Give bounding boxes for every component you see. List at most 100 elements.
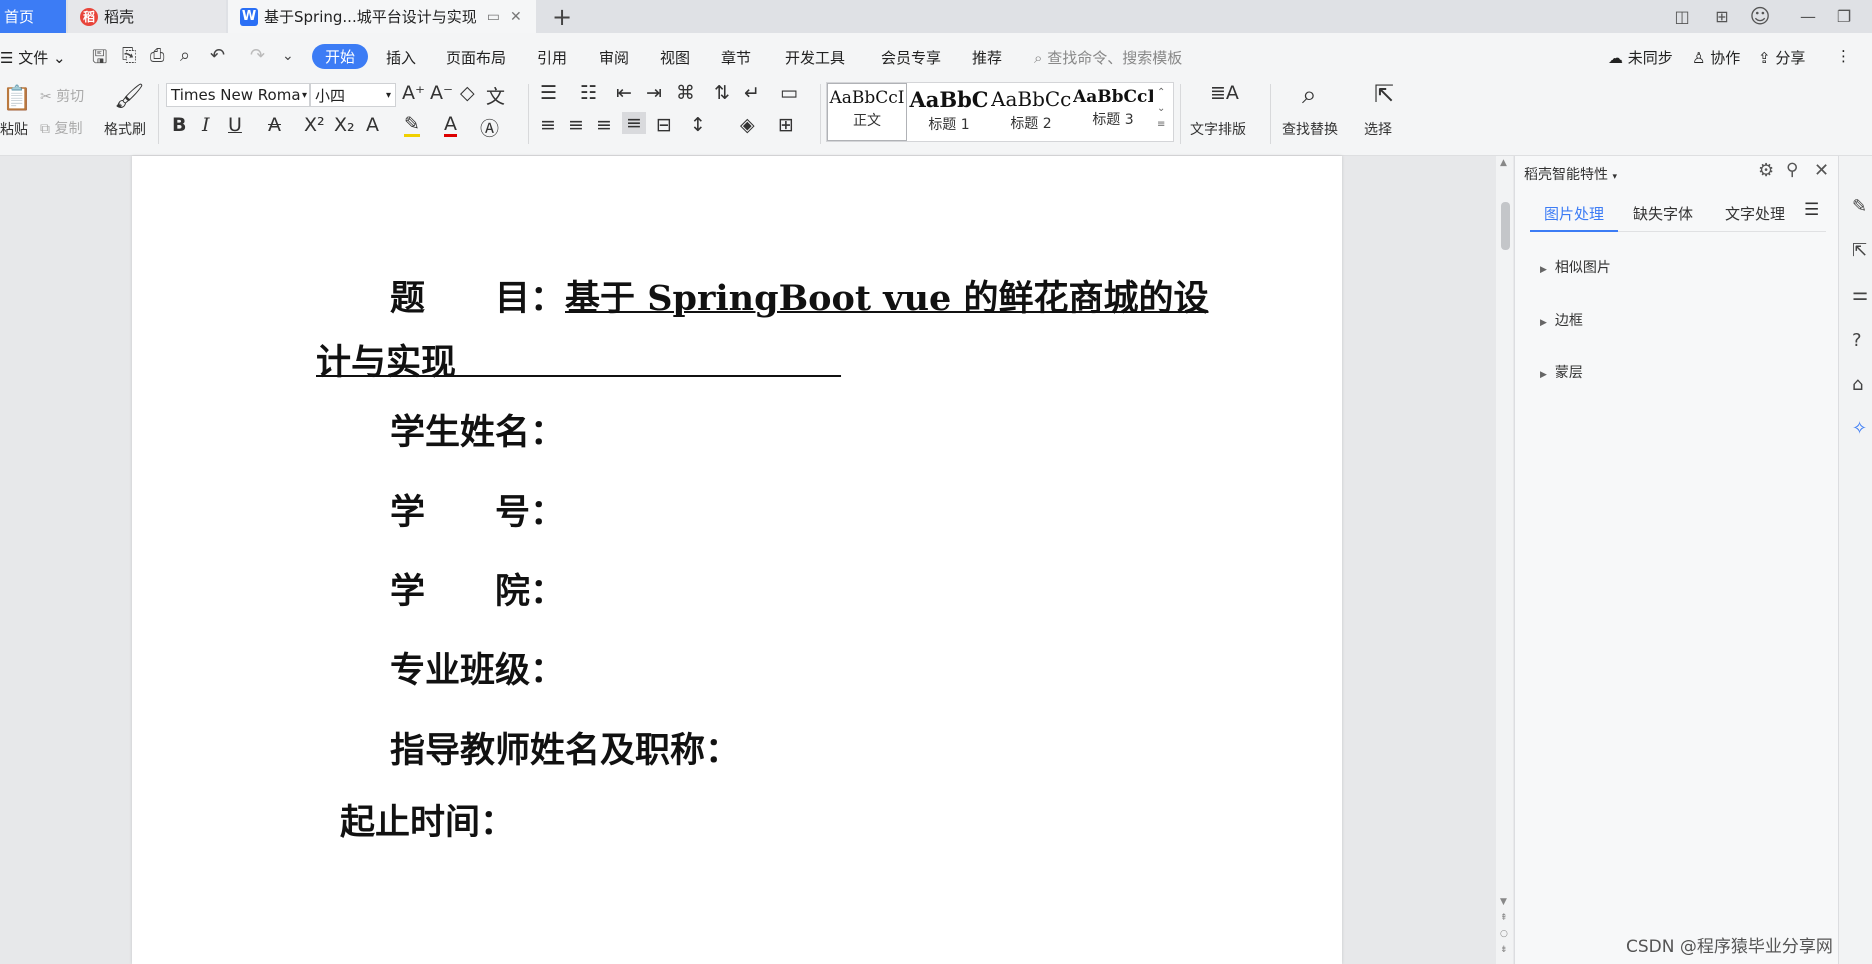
superscript-icon[interactable]: X² — [304, 114, 325, 136]
panel-tab-text[interactable]: 文字处理 — [1725, 203, 1785, 224]
clear-format-icon[interactable]: ◇ — [460, 82, 475, 104]
gear-icon[interactable]: ⚙ — [1758, 160, 1774, 181]
italic-icon[interactable]: I — [202, 114, 210, 136]
close-panel-icon[interactable]: ✕ — [1814, 160, 1829, 181]
panel-tab-image[interactable]: 图片处理 — [1544, 203, 1604, 224]
pointer-icon[interactable]: ⇱ — [1852, 240, 1867, 261]
justify-icon[interactable]: ≡ — [622, 112, 646, 134]
cursor-icon[interactable]: ⇱ — [1374, 80, 1394, 108]
tab-references[interactable]: 引用 — [537, 47, 567, 68]
tab-home[interactable]: 首页 — [0, 0, 66, 33]
panel-item-similar-images[interactable]: ▶ 相似图片 — [1540, 257, 1611, 277]
monitor-icon[interactable]: ▭ — [487, 9, 500, 25]
grid-icon[interactable]: ⊞ — [1710, 4, 1734, 28]
tab-document[interactable]: W 基于Spring...城平台设计与实现 ▭ ✕ — [228, 0, 536, 33]
collab-button[interactable]: ♙ 协作 — [1692, 47, 1740, 68]
ruler-icon[interactable]: ▭ — [780, 82, 798, 104]
paste-icon[interactable]: 📋 — [2, 84, 32, 112]
minimize-icon[interactable]: — — [1796, 4, 1820, 28]
align-center-icon[interactable]: ≡ — [568, 114, 584, 136]
subscript-icon[interactable]: X₂ — [334, 114, 355, 136]
align-left-icon[interactable]: ≡ — [540, 114, 556, 136]
line-spacing-icon[interactable]: ↕ — [690, 114, 706, 136]
file-menu[interactable]: ☰ 文件 ⌄ — [0, 47, 66, 68]
help-icon[interactable]: ? — [1852, 330, 1862, 351]
tab-insert[interactable]: 插入 — [386, 47, 416, 68]
customize-icon[interactable]: ⌄ — [282, 48, 294, 64]
gallery-scroll-icon[interactable]: ⌃ ⌄ ≡ — [1157, 85, 1165, 133]
paste-button[interactable]: 粘贴 — [0, 119, 28, 139]
tab-member[interactable]: 会员专享 — [881, 47, 941, 68]
format-painter-button[interactable]: 格式刷 — [104, 119, 146, 139]
print-icon[interactable]: ⎙ — [150, 45, 164, 66]
smart-feature-icon[interactable]: ✧ — [1852, 418, 1867, 439]
pin-icon[interactable]: ⚲ — [1786, 160, 1798, 180]
restore-icon[interactable]: ❐ — [1832, 4, 1856, 28]
find-icon[interactable]: ⌕ — [1302, 80, 1317, 111]
panel-menu-icon[interactable]: ☰ — [1804, 200, 1819, 220]
grow-font-icon[interactable]: A⁺ — [402, 82, 425, 104]
page-nav-icons[interactable]: ▼ ⇞ ○ ⇟ — [1500, 894, 1508, 958]
shrink-font-icon[interactable]: A⁻ — [430, 82, 453, 104]
numbered-list-icon[interactable]: ☷ — [580, 82, 597, 104]
font-name-select[interactable]: Times New Roma ▾ — [166, 83, 310, 107]
find-replace-button[interactable]: 查找替换 — [1282, 119, 1338, 139]
panel-tab-fonts[interactable]: 缺失字体 — [1633, 203, 1693, 224]
copy-button[interactable]: ⧉ 复制 — [40, 118, 82, 138]
style-normal[interactable]: AaBbCcI 正文 — [827, 83, 907, 141]
export-pdf-icon[interactable]: ⎘ — [122, 45, 136, 66]
sync-status[interactable]: ☁ 未同步 — [1608, 47, 1673, 68]
tab-developer[interactable]: 开发工具 — [785, 47, 845, 68]
more-icon[interactable]: ⋮ — [1836, 47, 1851, 65]
sliders-icon[interactable]: ⚌ — [1852, 284, 1868, 305]
increase-indent-icon[interactable]: ⇥ — [646, 82, 662, 104]
bold-icon[interactable]: B — [172, 114, 186, 136]
text-layout-button[interactable]: 文字排版 — [1190, 119, 1246, 139]
scroll-up-icon[interactable]: ▲ — [1500, 158, 1507, 168]
scroll-thumb[interactable] — [1501, 202, 1510, 250]
tab-view[interactable]: 视图 — [660, 47, 690, 68]
shading-icon[interactable]: ◈ — [740, 114, 755, 136]
text-layout-icon[interactable]: ≣A — [1210, 82, 1239, 104]
undo-icon[interactable]: ↶ — [210, 45, 225, 66]
tab-recommend[interactable]: 推荐 — [972, 47, 1002, 68]
highlight-icon[interactable]: ✎ — [404, 114, 420, 137]
align-right-icon[interactable]: ≡ — [596, 114, 612, 136]
decrease-indent-icon[interactable]: ⇤ — [616, 82, 632, 104]
cut-button[interactable]: ✂ 剪切 — [40, 86, 84, 106]
underline-icon[interactable]: U — [228, 114, 242, 136]
tab-start[interactable]: 开始 — [312, 44, 368, 69]
vertical-scrollbar[interactable] — [1496, 156, 1513, 964]
font-color-icon[interactable]: A — [444, 114, 457, 137]
strikethrough-icon[interactable]: A — [268, 114, 281, 136]
tab-page-layout[interactable]: 页面布局 — [446, 47, 506, 68]
close-tab-icon[interactable]: ✕ — [510, 9, 522, 25]
panel-item-border[interactable]: ▶ 边框 — [1540, 310, 1583, 330]
bullet-list-icon[interactable]: ☰ — [540, 82, 557, 104]
style-heading-1[interactable]: AaBbC 标题 1 — [909, 83, 989, 141]
tab-daoke[interactable]: 稻稻壳 — [68, 0, 226, 33]
style-heading-2[interactable]: AaBbCc 标题 2 — [991, 83, 1071, 141]
layout-icon[interactable]: ◫ — [1668, 4, 1696, 28]
share-button[interactable]: ⇪ 分享 — [1758, 47, 1805, 68]
text-effect-icon[interactable]: A — [366, 114, 379, 136]
borders-icon[interactable]: ⊞ — [778, 114, 794, 136]
save-icon[interactable]: 🖫 — [92, 45, 107, 75]
redo-icon[interactable]: ↷ — [250, 45, 265, 66]
command-search[interactable]: ⌕ 查找命令、搜索模板 — [1034, 47, 1182, 68]
new-tab-button[interactable]: + — [548, 0, 576, 33]
avatar[interactable]: ☺ — [1746, 4, 1774, 28]
chinese-layout-icon[interactable]: ⌘ — [676, 82, 695, 104]
panel-title[interactable]: 稻壳智能特性 ▾ — [1524, 164, 1617, 184]
font-size-select[interactable]: 小四 ▾ — [310, 83, 396, 107]
char-border-icon[interactable]: Ⓐ — [480, 114, 499, 141]
phonetic-icon[interactable]: 文 — [486, 82, 505, 109]
print-preview-icon[interactable]: ⌕ — [180, 45, 190, 66]
show-marks-icon[interactable]: ↵ — [744, 82, 760, 104]
style-gallery[interactable]: AaBbCcI 正文 AaBbC 标题 1 AaBbCc 标题 2 AaBbCcI 标题… — [826, 82, 1174, 142]
store-icon[interactable]: ⌂ — [1852, 374, 1863, 395]
select-button[interactable]: 选择 — [1364, 119, 1392, 139]
sort-icon[interactable]: ⇅ — [714, 82, 730, 104]
format-painter-icon[interactable]: 🖌 — [114, 82, 144, 110]
tab-chapter[interactable]: 章节 — [721, 47, 751, 68]
